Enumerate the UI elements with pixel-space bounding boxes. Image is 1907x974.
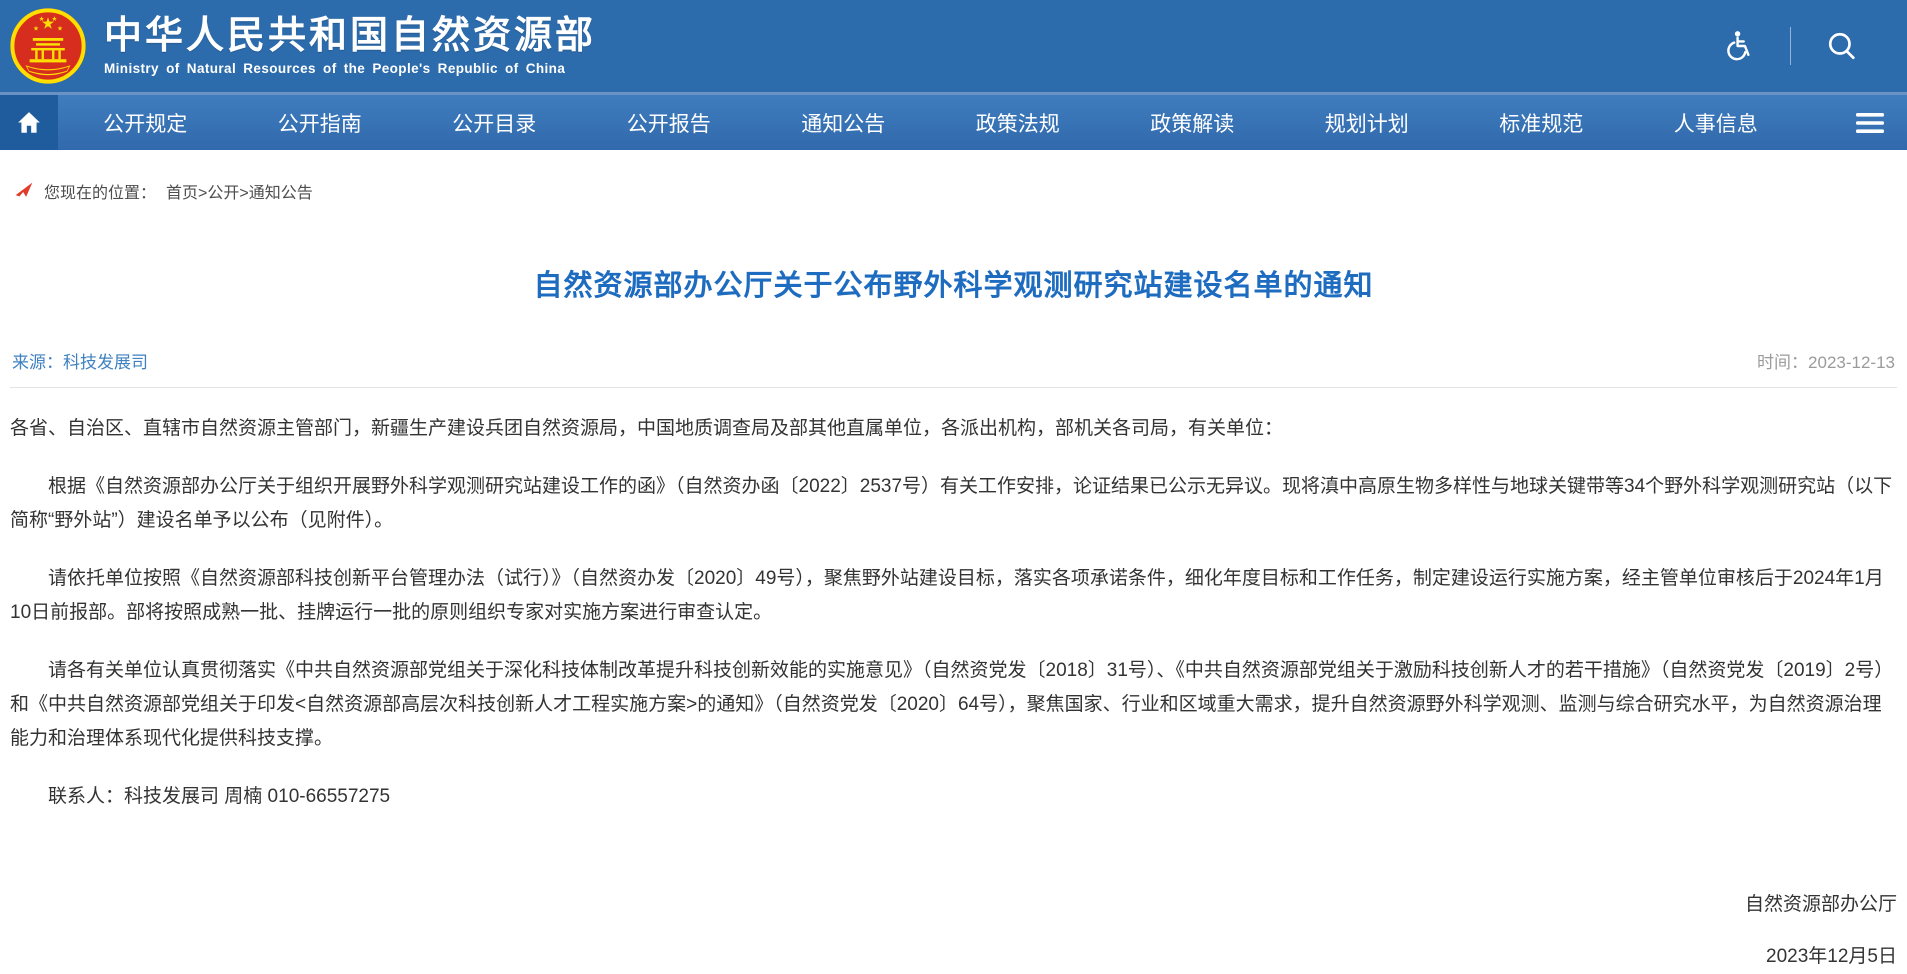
article-meta: 来源：科技发展司 时间：2023-12-13 bbox=[10, 348, 1897, 388]
nav-item[interactable]: 规划计划 bbox=[1280, 95, 1455, 150]
hamburger-menu-icon bbox=[1856, 112, 1884, 134]
article: 自然资源部办公厅关于公布野外科学观测研究站建设名单的通知 来源：科技发展司 时间… bbox=[0, 262, 1907, 974]
search-button[interactable] bbox=[1821, 25, 1863, 67]
nav-item[interactable]: 公开指南 bbox=[233, 95, 408, 150]
article-source: 来源：科技发展司 bbox=[12, 348, 148, 373]
nav-menu-button[interactable] bbox=[1833, 95, 1907, 150]
nav-item[interactable]: 公开规定 bbox=[58, 95, 233, 150]
breadcrumb-path[interactable]: 首页>公开>通知公告 bbox=[166, 179, 313, 203]
nav-item[interactable]: 公开报告 bbox=[582, 95, 757, 150]
article-body: 各省、自治区、直辖市自然资源主管部门，新疆生产建设兵团自然资源局，中国地质调查局… bbox=[10, 412, 1897, 756]
nav-items: 公开规定公开指南公开目录公开报告通知公告政策法规政策解读规划计划标准规范人事信息 bbox=[58, 95, 1833, 150]
site-logo[interactable]: 中华人民共和国自然资源部 Ministry of Natural Resourc… bbox=[8, 5, 596, 87]
signature-date: 2023年12月5日 bbox=[10, 940, 1897, 974]
article-paragraph: 请各有关单位认真贯彻落实《中共自然资源部党组关于深化科技体制改革提升科技创新效能… bbox=[10, 654, 1897, 756]
nav-home-button[interactable] bbox=[0, 95, 58, 150]
red-arrow-icon bbox=[14, 181, 34, 201]
site-title-english: Ministry of Natural Resources of the Peo… bbox=[104, 61, 596, 76]
site-title: 中华人民共和国自然资源部 bbox=[104, 16, 596, 58]
nav-item[interactable]: 政策解读 bbox=[1105, 95, 1280, 150]
main-nav: 公开规定公开指南公开目录公开报告通知公告政策法规政策解读规划计划标准规范人事信息 bbox=[0, 92, 1907, 150]
site-header: 中华人民共和国自然资源部 Ministry of Natural Resourc… bbox=[0, 0, 1907, 92]
article-time: 时间：2023-12-13 bbox=[1757, 348, 1895, 373]
header-divider bbox=[1790, 27, 1791, 65]
header-actions bbox=[1718, 25, 1863, 67]
nav-item[interactable]: 通知公告 bbox=[756, 95, 931, 150]
search-icon bbox=[1825, 29, 1859, 63]
contact-line: 联系人：科技发展司 周楠 010-66557275 bbox=[10, 780, 1897, 814]
breadcrumb-label: 您现在的位置： bbox=[44, 179, 156, 203]
nav-item[interactable]: 公开目录 bbox=[407, 95, 582, 150]
article-paragraph: 请依托单位按照《自然资源部科技创新平台管理办法（试行）》（自然资办发〔2020〕… bbox=[10, 562, 1897, 630]
nav-item[interactable]: 标准规范 bbox=[1454, 95, 1629, 150]
signature: 自然资源部办公厅 bbox=[10, 888, 1897, 922]
nav-item[interactable]: 政策法规 bbox=[931, 95, 1106, 150]
article-paragraph: 根据《自然资源部办公厅关于组织开展野外科学观测研究站建设工作的函》（自然资办函〔… bbox=[10, 470, 1897, 538]
article-title: 自然资源部办公厅关于公布野外科学观测研究站建设名单的通知 bbox=[10, 262, 1897, 304]
article-paragraph: 各省、自治区、直辖市自然资源主管部门，新疆生产建设兵团自然资源局，中国地质调查局… bbox=[10, 412, 1897, 446]
accessibility-button[interactable] bbox=[1718, 25, 1760, 67]
home-icon bbox=[16, 110, 42, 136]
china-national-emblem-icon bbox=[8, 5, 88, 87]
breadcrumb: 您现在的位置： 首页>公开>通知公告 bbox=[0, 150, 1907, 206]
nav-item[interactable]: 人事信息 bbox=[1629, 95, 1804, 150]
wheelchair-icon bbox=[1722, 29, 1756, 63]
